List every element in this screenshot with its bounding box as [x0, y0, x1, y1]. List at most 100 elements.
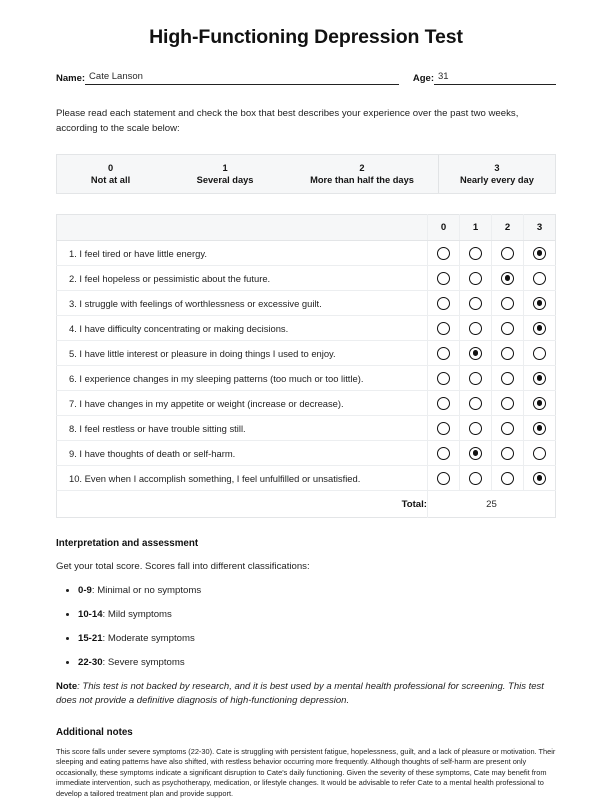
answer-cell-3[interactable] [523, 390, 556, 416]
answer-cell-2[interactable] [491, 365, 524, 391]
radio-checked-icon[interactable] [533, 471, 546, 485]
radio-unchecked-icon[interactable] [501, 371, 514, 385]
answer-cell-0[interactable] [427, 340, 460, 366]
radio-unchecked-icon[interactable] [437, 421, 450, 435]
radio-unchecked-icon[interactable] [437, 471, 450, 485]
questionnaire-body: 1. I feel tired or have little energy. 2.… [56, 240, 556, 491]
total-value: 25 [427, 490, 556, 518]
answer-cell-3[interactable] [523, 315, 556, 341]
question-text: 3. I struggle with feelings of worthless… [56, 290, 428, 316]
radio-unchecked-icon[interactable] [469, 421, 482, 435]
answer-cell-1[interactable] [459, 340, 492, 366]
answer-cell-2[interactable] [491, 440, 524, 466]
score-band-range: 10-14 [78, 608, 103, 620]
list-item: 22-30: Severe symptoms [78, 656, 556, 669]
radio-checked-icon[interactable] [533, 246, 546, 260]
radio-unchecked-icon[interactable] [533, 346, 546, 360]
radio-unchecked-icon[interactable] [437, 246, 450, 260]
scale-item-2-label: More than half the days [310, 175, 414, 185]
radio-checked-icon[interactable] [501, 271, 514, 285]
scale-item-1: 1 Several days [164, 155, 286, 193]
questionnaire-footer: Total: 25 [56, 490, 556, 518]
answer-cell-1[interactable] [459, 390, 492, 416]
answer-cell-0[interactable] [427, 440, 460, 466]
answer-cell-3[interactable] [523, 365, 556, 391]
score-bands-list: 0-9: Minimal or no symptoms 10-14: Mild s… [56, 584, 556, 669]
radio-unchecked-icon[interactable] [437, 396, 450, 410]
answer-cell-1[interactable] [459, 315, 492, 341]
radio-unchecked-icon[interactable] [501, 396, 514, 410]
answer-cell-0[interactable] [427, 365, 460, 391]
disclaimer-note: Note: This test is not backed by researc… [56, 680, 556, 708]
age-field[interactable]: 31 [434, 71, 556, 85]
radio-unchecked-icon[interactable] [437, 321, 450, 335]
radio-checked-icon[interactable] [533, 421, 546, 435]
radio-unchecked-icon[interactable] [501, 471, 514, 485]
answer-cell-2[interactable] [491, 315, 524, 341]
answer-cell-0[interactable] [427, 290, 460, 316]
answer-cell-1[interactable] [459, 440, 492, 466]
answer-cell-0[interactable] [427, 265, 460, 291]
answer-cell-3[interactable] [523, 290, 556, 316]
answer-cell-0[interactable] [427, 240, 460, 266]
radio-unchecked-icon[interactable] [501, 321, 514, 335]
radio-checked-icon[interactable] [533, 396, 546, 410]
answer-cell-1[interactable] [459, 290, 492, 316]
answer-cell-0[interactable] [427, 415, 460, 441]
radio-checked-icon[interactable] [533, 321, 546, 335]
answer-cell-0[interactable] [427, 465, 460, 491]
radio-unchecked-icon[interactable] [533, 271, 546, 285]
answer-cell-3[interactable] [523, 465, 556, 491]
answer-cell-3[interactable] [523, 265, 556, 291]
radio-unchecked-icon[interactable] [501, 296, 514, 310]
radio-unchecked-icon[interactable] [437, 296, 450, 310]
radio-unchecked-icon[interactable] [501, 346, 514, 360]
answer-cell-0[interactable] [427, 315, 460, 341]
answer-cell-2[interactable] [491, 465, 524, 491]
answer-cell-2[interactable] [491, 265, 524, 291]
document-page: High-Functioning Depression Test Name: C… [0, 0, 612, 798]
answer-cell-3[interactable] [523, 440, 556, 466]
answer-cell-1[interactable] [459, 365, 492, 391]
total-label: Total: [56, 490, 428, 518]
answer-cell-2[interactable] [491, 290, 524, 316]
answer-cell-1[interactable] [459, 465, 492, 491]
answer-cell-2[interactable] [491, 240, 524, 266]
radio-unchecked-icon[interactable] [469, 296, 482, 310]
table-row: 4. I have difficulty concentrating or ma… [56, 315, 556, 341]
radio-unchecked-icon[interactable] [437, 371, 450, 385]
answer-cell-2[interactable] [491, 340, 524, 366]
radio-checked-icon[interactable] [533, 371, 546, 385]
answer-cell-3[interactable] [523, 415, 556, 441]
answer-cell-2[interactable] [491, 415, 524, 441]
radio-unchecked-icon[interactable] [437, 346, 450, 360]
answer-cell-0[interactable] [427, 390, 460, 416]
radio-checked-icon[interactable] [469, 446, 482, 460]
radio-unchecked-icon[interactable] [501, 246, 514, 260]
answer-cell-1[interactable] [459, 415, 492, 441]
radio-unchecked-icon[interactable] [437, 446, 450, 460]
radio-unchecked-icon[interactable] [469, 471, 482, 485]
score-band-description: : Severe symptoms [102, 656, 185, 668]
radio-unchecked-icon[interactable] [469, 321, 482, 335]
radio-unchecked-icon[interactable] [533, 446, 546, 460]
radio-unchecked-icon[interactable] [469, 246, 482, 260]
radio-unchecked-icon[interactable] [469, 271, 482, 285]
scale-item-3-label: Nearly every day [459, 175, 534, 185]
table-row: 8. I feel restless or have trouble sitti… [56, 415, 556, 441]
name-field[interactable]: Cate Lanson [85, 71, 399, 85]
radio-unchecked-icon[interactable] [501, 421, 514, 435]
answer-cell-1[interactable] [459, 240, 492, 266]
radio-unchecked-icon[interactable] [469, 371, 482, 385]
answer-cell-1[interactable] [459, 265, 492, 291]
answer-cell-3[interactable] [523, 240, 556, 266]
answer-cell-3[interactable] [523, 340, 556, 366]
scale-item-2: 2 More than half the days [286, 155, 438, 193]
radio-checked-icon[interactable] [469, 346, 482, 360]
radio-unchecked-icon[interactable] [437, 271, 450, 285]
radio-unchecked-icon[interactable] [469, 396, 482, 410]
answer-cell-2[interactable] [491, 390, 524, 416]
radio-unchecked-icon[interactable] [501, 446, 514, 460]
radio-checked-icon[interactable] [533, 296, 546, 310]
list-item: 0-9: Minimal or no symptoms [78, 584, 556, 597]
